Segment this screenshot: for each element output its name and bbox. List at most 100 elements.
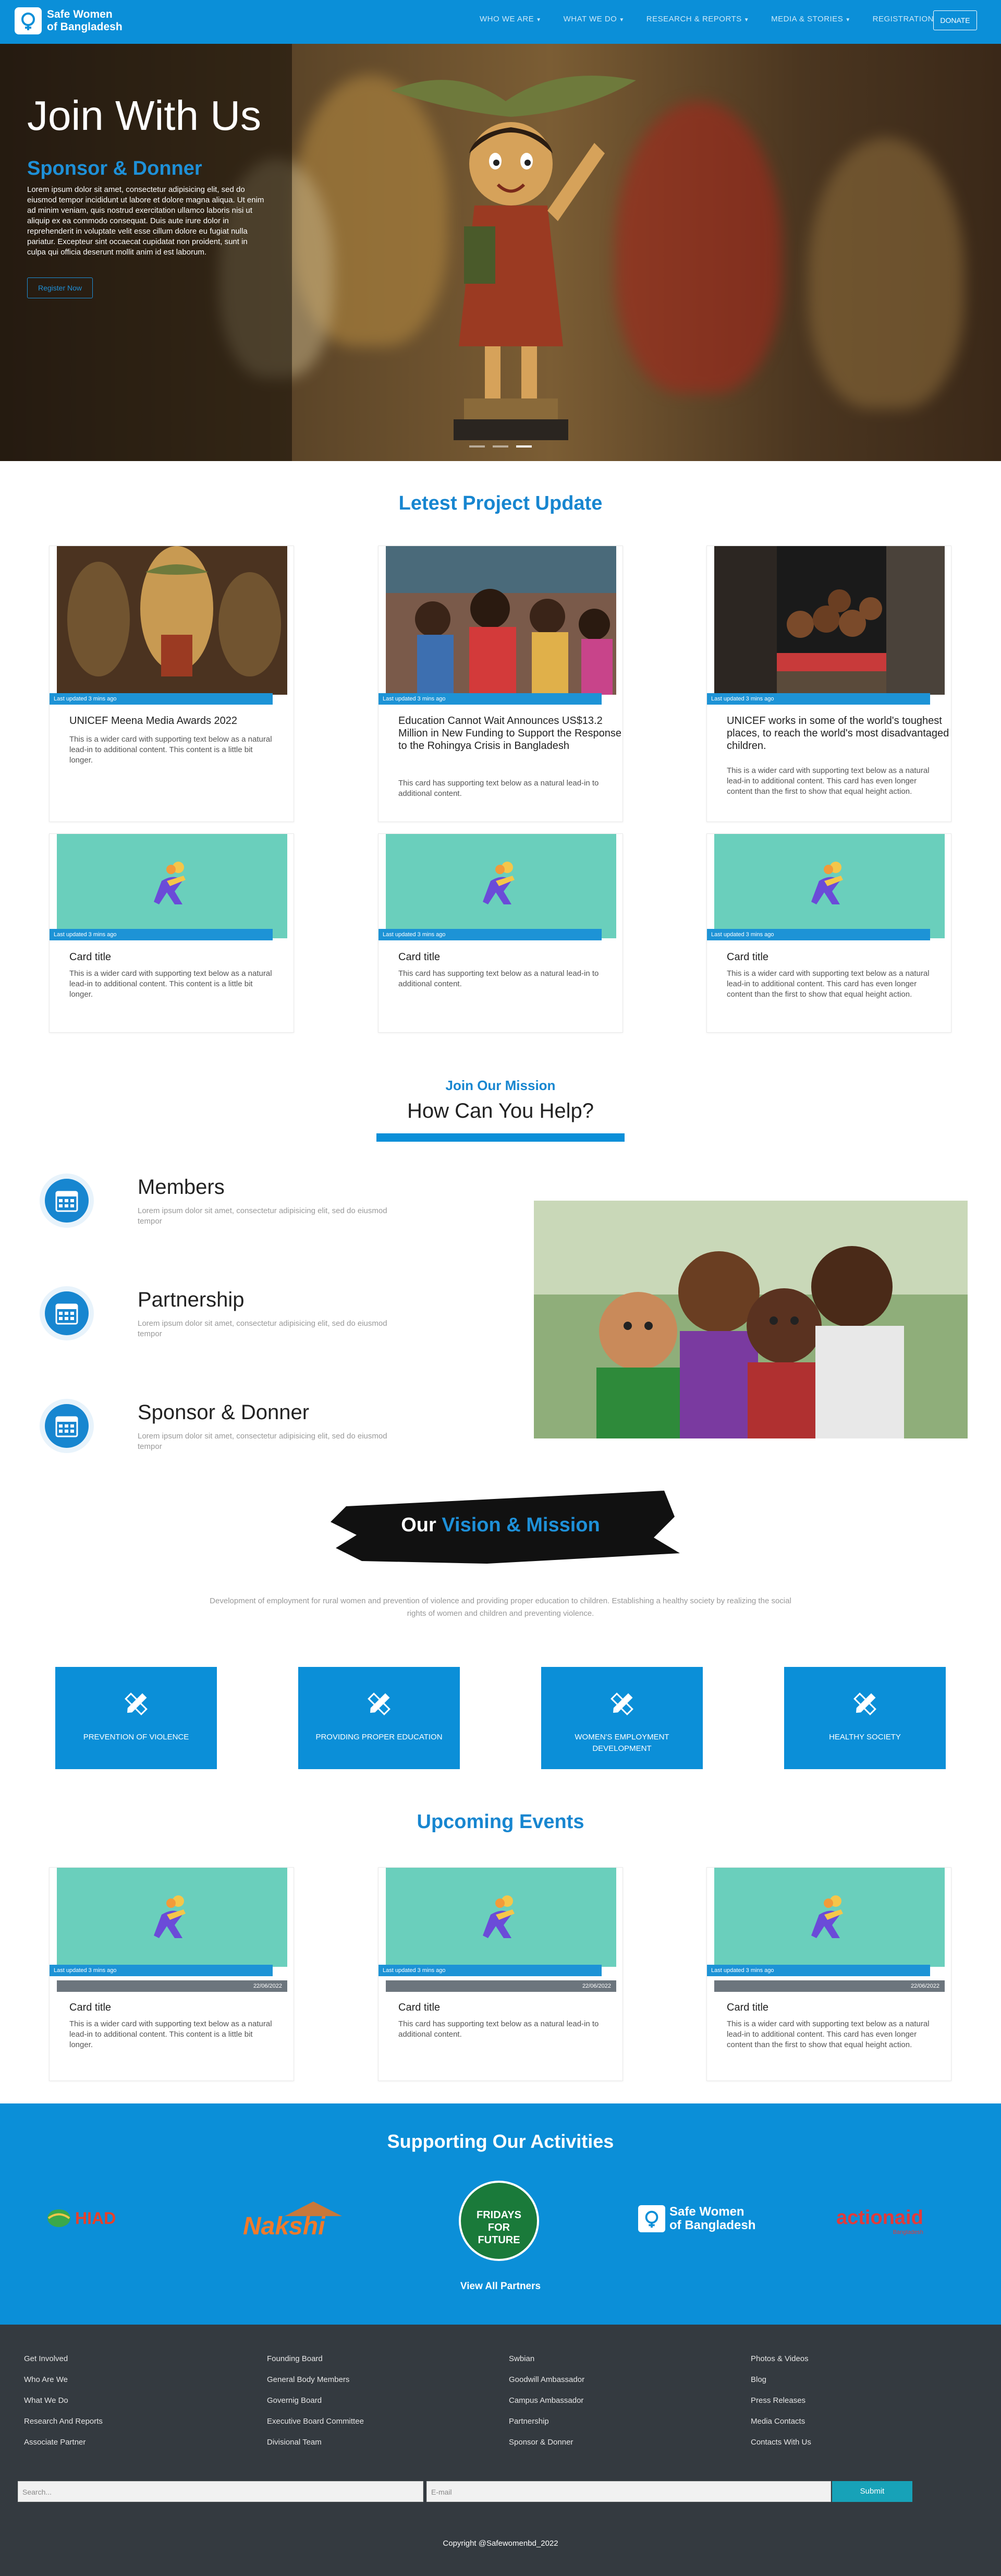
partner-logo-text: HIAD: [75, 2208, 116, 2228]
vision-title: Our Vision & Mission: [0, 1514, 1001, 1537]
brand-logo[interactable]: Safe Women of Bangladesh: [15, 7, 123, 34]
card-image: [714, 834, 945, 938]
nav-registration[interactable]: REGISTRATION: [873, 15, 934, 23]
help-item-title: Partnership: [138, 1288, 245, 1311]
card-text: This is a wider card with supporting tex…: [727, 2019, 930, 2049]
pencil-ruler-icon: [611, 1692, 633, 1715]
card-text: This is a wider card with supporting tex…: [69, 2019, 272, 2049]
event-card[interactable]: Last updated 3 mins ago 22/06/2022 Card …: [706, 1867, 951, 2081]
title-underline: [376, 1133, 625, 1142]
partner-logo-nakshi[interactable]: Nakshi: [243, 2202, 342, 2241]
help-item-text: Lorem ipsum dolor sit amet, consectetur …: [138, 1319, 387, 1338]
footer-link[interactable]: Executive Board Committee: [267, 2411, 364, 2432]
brand-name-line2: of Bangladesh: [47, 21, 123, 33]
card-title: UNICEF works in some of the world's toug…: [727, 715, 949, 752]
footer-link[interactable]: General Body Members: [267, 2369, 364, 2390]
project-card[interactable]: Last updated 3 mins ago Education Cannot…: [378, 546, 623, 822]
mission-card-healthy-society[interactable]: HEALTHY SOCIETY: [784, 1667, 946, 1769]
footer-link[interactable]: Swbian: [509, 2349, 584, 2369]
nav-who-we-are[interactable]: WHO WE ARE ▼: [480, 15, 542, 23]
card-text: This is a wider card with supporting tex…: [69, 735, 272, 765]
footer-link[interactable]: Media Contacts: [751, 2411, 811, 2432]
footer-link[interactable]: Press Releases: [751, 2390, 811, 2411]
carousel-indicator[interactable]: [493, 445, 508, 448]
card-title: Card title: [398, 2002, 441, 2013]
running-figure-illustration: [154, 1895, 186, 1938]
chevron-down-icon: ▼: [743, 17, 750, 23]
partner-logo-safe-women[interactable]: Safe Women of Bangladesh: [638, 2205, 755, 2232]
footer-link[interactable]: Get Involved: [24, 2349, 103, 2369]
footer-link[interactable]: Contacts With Us: [751, 2432, 811, 2453]
partner-logo-actionaid[interactable]: actionaid Bangladesh: [836, 2207, 923, 2235]
project-card[interactable]: Last updated 3 mins ago UNICEF works in …: [706, 546, 951, 822]
footer-link[interactable]: Associate Partner: [24, 2432, 103, 2453]
projects-section-title: Letest Project Update: [398, 492, 603, 514]
footer-link[interactable]: Who Are We: [24, 2369, 103, 2390]
help-item-text: Lorem ipsum dolor sit amet, consectetur …: [138, 1206, 387, 1226]
footer-link[interactable]: Research And Reports: [24, 2411, 103, 2432]
nav-research-reports[interactable]: RESEARCH & REPORTS ▼: [646, 15, 749, 23]
footer-link[interactable]: Partnership: [509, 2411, 584, 2432]
pencil-ruler-icon: [853, 1692, 876, 1715]
mission-card-label: PREVENTION OF VIOLENCE: [83, 1733, 189, 1741]
card-image: [386, 546, 616, 695]
footer-link[interactable]: Goodwill Ambassador: [509, 2369, 584, 2390]
supporting-partners-section: Supporting Our Activities HIAD Nakshi FR…: [0, 2103, 1001, 2325]
event-card[interactable]: Last updated 3 mins ago 22/06/2022 Card …: [378, 1867, 623, 2081]
mission-card-label: WOMEN'S EMPLOYMENT DEVELOPMENT: [575, 1733, 669, 1753]
project-card[interactable]: Last updated 3 mins ago Card title This …: [49, 833, 294, 1033]
donate-button[interactable]: DONATE: [933, 10, 977, 30]
register-now-button[interactable]: Register Now: [27, 277, 93, 298]
card-image: [386, 834, 616, 938]
event-card[interactable]: Last updated 3 mins ago 22/06/2022 Card …: [49, 1867, 294, 2081]
project-card[interactable]: Last updated 3 mins ago Card title This …: [706, 833, 951, 1033]
card-title: UNICEF Meena Media Awards 2022: [69, 715, 238, 727]
nav-what-we-do[interactable]: WHAT WE DO ▼: [564, 15, 625, 23]
footer: [0, 2325, 1001, 2576]
view-all-partners-link[interactable]: View All Partners: [0, 2281, 1001, 2292]
help-item-text: Lorem ipsum dolor sit amet, consectetur …: [138, 1432, 387, 1451]
carousel-indicator[interactable]: [469, 445, 485, 448]
footer-link[interactable]: Divisional Team: [267, 2432, 364, 2453]
card-image: [57, 1868, 287, 1967]
footer-link[interactable]: Governig Board: [267, 2390, 364, 2411]
card-image: [714, 546, 945, 695]
partner-logo-hiad[interactable]: HIAD: [46, 2208, 116, 2229]
footer-column-4: Photos & Videos Blog Press Releases Medi…: [751, 2349, 811, 2453]
card-image: [386, 1868, 616, 1967]
footer-link[interactable]: Blog: [751, 2369, 811, 2390]
hero-subtitle: Sponsor & Donner: [27, 158, 202, 179]
running-figure-illustration: [154, 862, 186, 904]
house-roof-icon: [285, 2202, 342, 2216]
children-window-photo: [714, 546, 945, 695]
event-date: 22/06/2022: [386, 1980, 616, 1992]
pencil-ruler-icon: [125, 1692, 148, 1715]
card-updated-badge: Last updated 3 mins ago: [50, 1965, 273, 1976]
help-item-title: Members: [138, 1176, 225, 1199]
mission-card-education[interactable]: PROVIDING PROPER EDUCATION: [298, 1667, 460, 1769]
calendar-icon: [40, 1399, 94, 1453]
partner-logo-fridays-for-future[interactable]: FRIDAYS FOR FUTURE: [459, 2181, 539, 2261]
footer-search-input[interactable]: Search...: [18, 2481, 423, 2502]
card-updated-badge: Last updated 3 mins ago: [50, 693, 273, 705]
card-updated-badge: Last updated 3 mins ago: [50, 929, 273, 940]
mission-card-employment[interactable]: WOMEN'S EMPLOYMENT DEVELOPMENT: [541, 1667, 703, 1769]
mission-card-prevention[interactable]: PREVENTION OF VIOLENCE: [55, 1667, 217, 1769]
card-image: [57, 546, 287, 695]
footer-link[interactable]: What We Do: [24, 2390, 103, 2411]
card-title: Education Cannot Wait Announces US$13.2 …: [398, 715, 622, 752]
project-card[interactable]: Last updated 3 mins ago Card title This …: [378, 833, 623, 1033]
footer-link[interactable]: Sponsor & Donner: [509, 2432, 584, 2453]
project-card[interactable]: Last updated 3 mins ago UNICEF Meena Med…: [49, 546, 294, 822]
hero-carousel: Join With Us Sponsor & Donner Lorem ipsu…: [0, 44, 1001, 461]
footer-submit-button[interactable]: Submit: [832, 2481, 912, 2502]
partner-logo-subtext: Bangladesh: [893, 2229, 923, 2235]
footer-link[interactable]: Campus Ambassador: [509, 2390, 584, 2411]
nav-media-stories[interactable]: MEDIA & STORIES ▼: [771, 15, 851, 23]
footer-link[interactable]: Founding Board: [267, 2349, 364, 2369]
carousel-indicator-active[interactable]: [516, 445, 532, 448]
partner-logo-text: FRIDAYS FOR FUTURE: [477, 2209, 521, 2246]
copyright-text: Copyright @Safewomenbd_2022: [443, 2539, 558, 2548]
footer-link[interactable]: Photos & Videos: [751, 2349, 811, 2369]
footer-email-input[interactable]: E-mail: [426, 2481, 831, 2502]
